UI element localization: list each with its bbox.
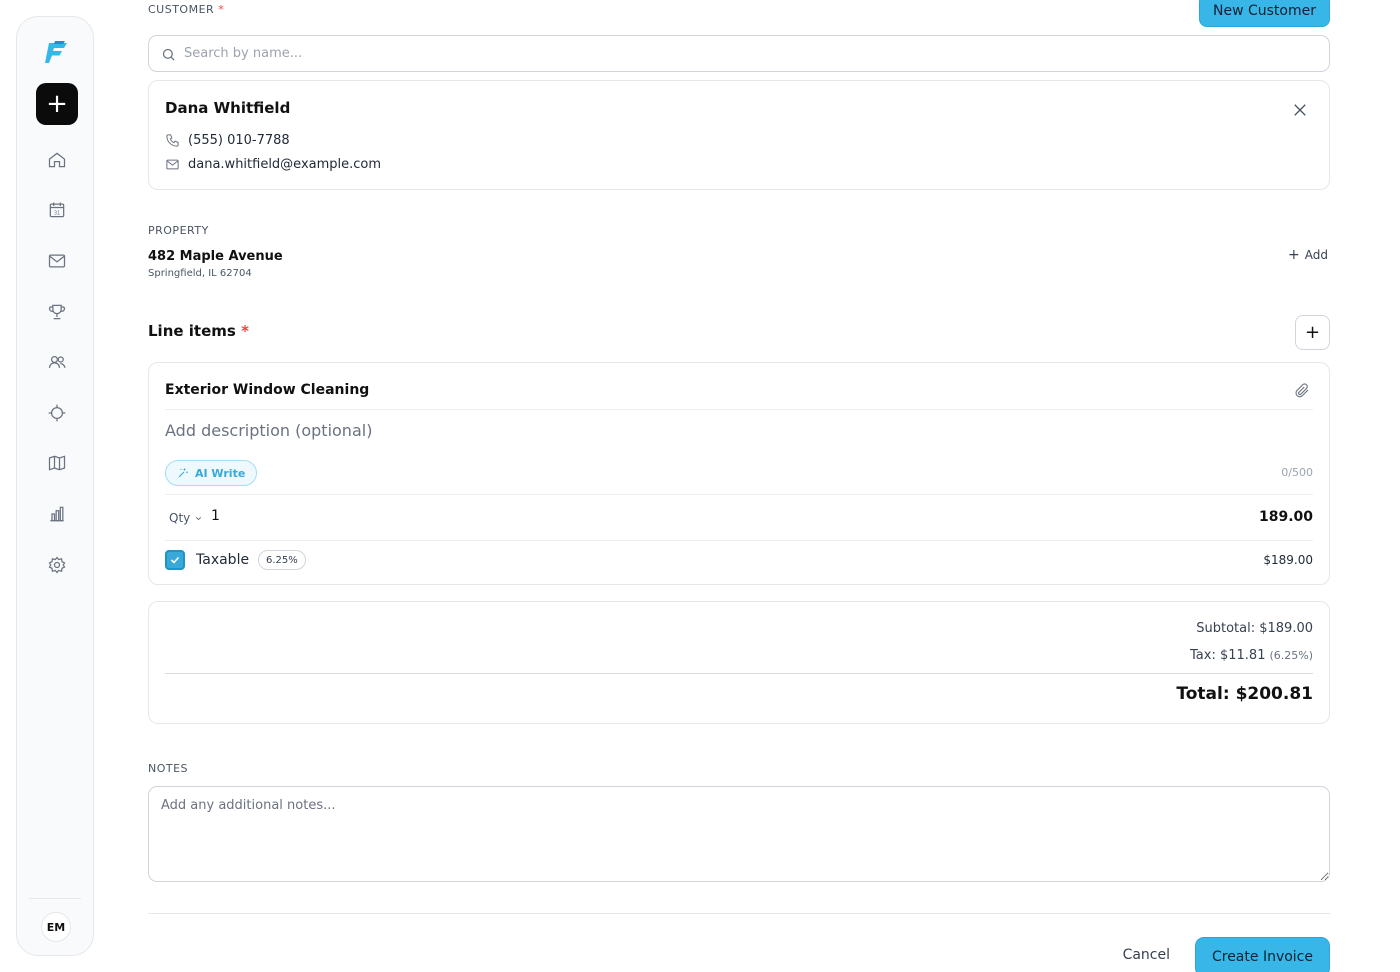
gear-icon[interactable] [46,554,68,576]
add-property-label: Add [1304,248,1328,262]
selected-customer-card: Dana Whitfield (555) 010-7788 dana.whitf… [148,80,1330,190]
add-line-item-button[interactable]: + [1295,315,1330,350]
subtotal: Subtotal: $189.00 [1196,621,1313,636]
plus-icon: + [1288,247,1300,263]
notes-label: NOTES [148,762,189,775]
crosshair-icon[interactable] [46,402,68,424]
sparkle-wand-icon [178,468,188,478]
check-icon [170,556,180,564]
line-item-total: $189.00 [1263,553,1313,567]
qty-unit-dropdown[interactable]: Qty [169,511,203,525]
tax-line: Tax: $11.81 (6.25%) [1190,648,1313,663]
divider [165,494,1313,495]
sidebar: + 31 EM [16,16,94,956]
line-items-title-text: Line items [148,322,236,340]
footer-divider [148,913,1330,914]
property-address: Springfield, IL 62704 [148,268,252,279]
required-marker: * [218,3,225,16]
users-icon[interactable] [46,351,68,373]
qty-input[interactable]: 1 [211,508,220,524]
close-icon[interactable] [1291,101,1309,119]
chevron-down-icon [196,516,202,520]
customer-email-row: dana.whitfield@example.com [165,157,381,172]
required-marker: * [241,322,249,340]
divider [165,540,1313,541]
new-customer-button[interactable]: New Customer [1199,0,1330,27]
customer-search-input[interactable] [184,36,1284,71]
add-property-button[interactable]: + Add [1288,247,1328,263]
invoice-form: CUSTOMER * New Customer Dana Whitfield (… [148,0,1330,972]
line-item-description-input[interactable] [165,417,1305,443]
customer-label: CUSTOMER * [148,3,224,16]
totals-card: Subtotal: $189.00 Tax: $11.81 (6.25%) Tot… [148,601,1330,724]
property-label: PROPERTY [148,224,209,237]
customer-search[interactable] [148,35,1330,72]
phone-icon [166,134,179,147]
price-input[interactable]: 189.00 [1259,509,1313,525]
line-items-title: Line items * [148,322,249,340]
brand-logo-icon[interactable] [41,37,71,67]
mail-icon[interactable] [46,250,68,272]
paperclip-icon[interactable] [1293,381,1311,399]
ai-write-label: AI Write [195,466,246,480]
tax-rate: (6.25%) [1269,649,1313,662]
bar-chart-icon[interactable] [46,503,68,525]
map-icon[interactable] [46,452,68,474]
calendar-day-label: 31 [54,211,60,217]
totals-divider [165,673,1313,674]
customer-phone-row: (555) 010-7788 [165,133,290,148]
property-name: 482 Maple Avenue [148,249,283,264]
sidebar-divider [29,898,81,899]
grand-total: Total: $200.81 [1176,684,1313,704]
mail-icon [166,159,179,170]
char-counter: 0/500 [1281,466,1313,479]
line-item-card: Exterior Window Cleaning AI Write 0/500 … [148,362,1330,585]
ai-write-button[interactable]: AI Write [165,460,258,486]
taxable-label: Taxable [196,552,250,568]
taxable-checkbox[interactable] [165,550,185,570]
notes-textarea[interactable] [148,786,1330,882]
customer-name: Dana Whitfield [165,99,291,117]
new-item-button[interactable]: + [36,83,78,125]
tax-amount: Tax: $11.81 [1190,648,1266,663]
home-icon[interactable] [46,149,68,171]
customer-email: dana.whitfield@example.com [188,157,382,172]
line-item-title: Exterior Window Cleaning [165,382,370,398]
create-invoice-button[interactable]: Create Invoice [1194,937,1330,972]
customer-label-text: CUSTOMER [148,3,215,16]
qty-label: Qty [169,511,191,525]
calendar-icon[interactable]: 31 [46,199,68,221]
user-avatar[interactable]: EM [41,912,71,942]
customer-phone: (555) 010-7788 [188,133,290,148]
search-icon [162,48,175,61]
tax-rate-badge: 6.25% [258,550,306,570]
divider [165,409,1313,410]
trophy-icon[interactable] [46,301,68,323]
cancel-button[interactable]: Cancel [1123,947,1170,963]
